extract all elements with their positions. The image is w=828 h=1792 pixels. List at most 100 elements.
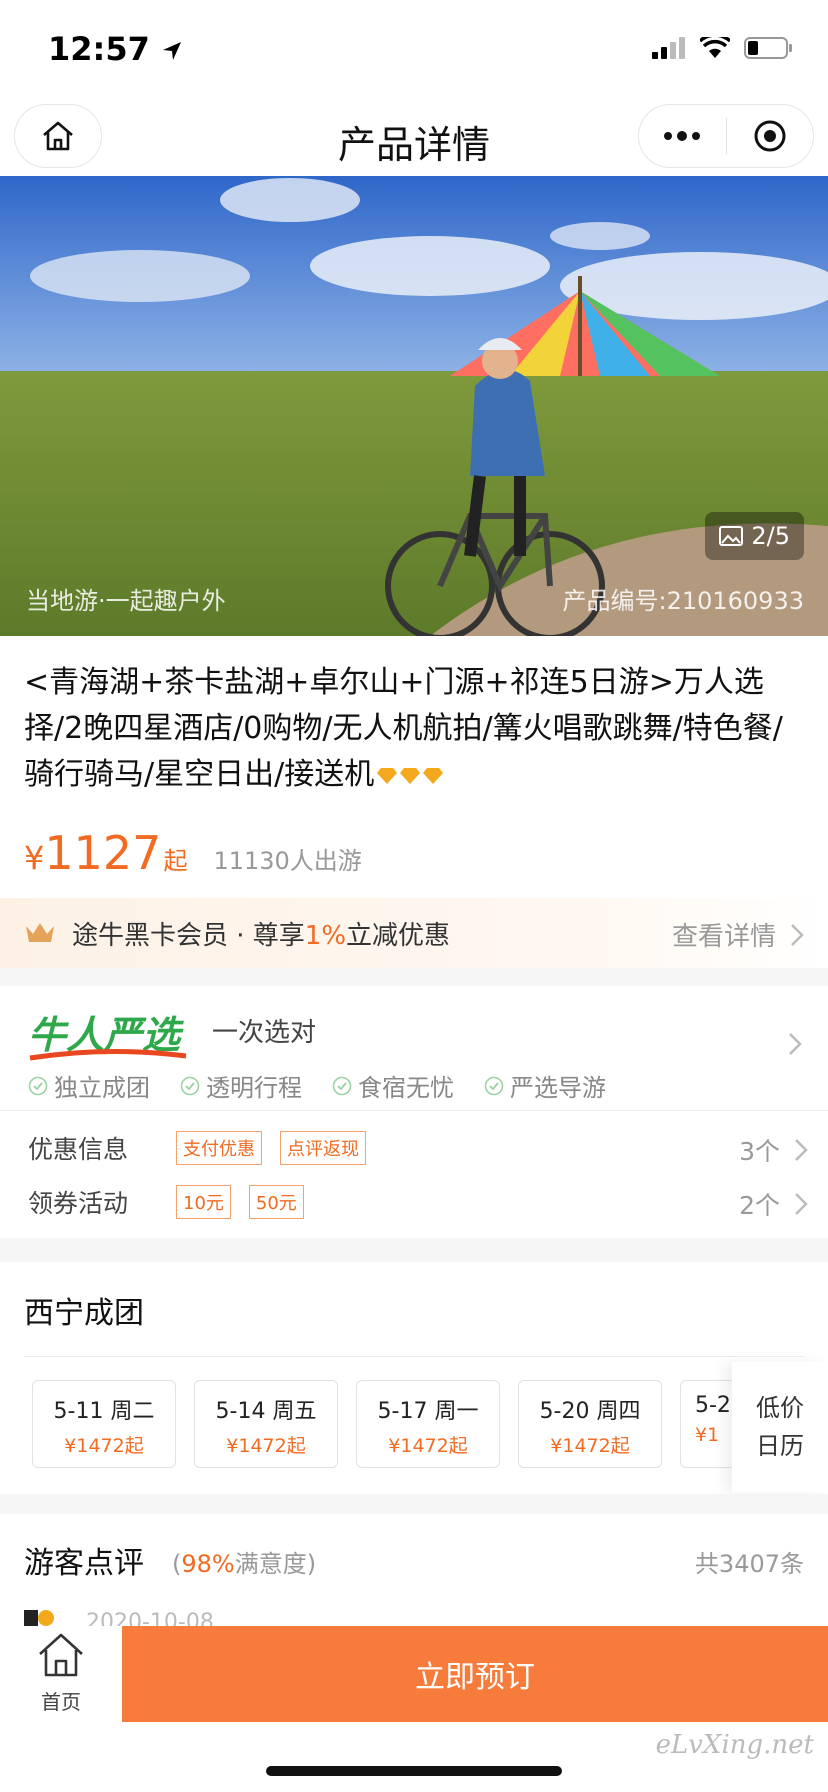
departure-price: ¥1472起 <box>226 1435 306 1457</box>
status-time-text: 12:57 <box>48 30 150 68</box>
member-discount: 1% <box>304 920 347 951</box>
product-code: 产品编号:210160933 <box>562 587 804 615</box>
departure-price: ¥1472起 <box>64 1435 144 1457</box>
feature-item: 透明行程 <box>180 1068 302 1103</box>
bottom-action-bar: 首页 立即预订 eLvXing.net <box>0 1626 828 1792</box>
niu-ren-section[interactable]: 牛人严选 一次选对 独立成团 透明行程 食宿无忧 严选导游 <box>0 986 828 1110</box>
niu-ren-features: 独立成团 透明行程 食宿无忧 严选导游 <box>28 1068 606 1103</box>
price-calendar-button[interactable]: 低价 日历 <box>732 1362 828 1492</box>
image-counter: 2/5 <box>705 512 804 560</box>
chevron-right-icon <box>795 1139 808 1161</box>
reviewer-avatar-icon <box>24 1610 54 1626</box>
tab-home-label: 首页 <box>41 1690 81 1714</box>
price-value: 1127 <box>44 826 162 880</box>
feature-item: 独立成团 <box>28 1068 150 1103</box>
product-title: <青海湖+茶卡盐湖+卓尔山+门源+祁连5日游>万人选择/2晚四星酒店/0购物/无… <box>24 660 804 798</box>
check-circle-icon <box>484 1076 504 1095</box>
status-icons <box>652 36 794 60</box>
departure-date: 5-17 周一 <box>377 1399 479 1424</box>
diamond-icon <box>400 767 421 784</box>
coupon-count-text: 2个 <box>739 1191 780 1220</box>
feature-item: 严选导游 <box>484 1068 606 1103</box>
price-calendar-line1: 低价 <box>756 1394 804 1422</box>
member-details-label: 查看详情 <box>671 922 776 952</box>
check-circle-icon <box>332 1076 352 1095</box>
diamond-icon <box>423 767 444 784</box>
supplier-label: 当地游·一起趣户外 <box>26 587 226 615</box>
feature-label: 食宿无忧 <box>358 1074 454 1102</box>
satisfaction-text: 满意度) <box>234 1550 317 1578</box>
divider <box>24 1356 804 1357</box>
logo-swoosh <box>29 1048 187 1061</box>
departure-date-card[interactable]: 5-14 周五 ¥1472起 <box>194 1380 338 1468</box>
section-gap <box>0 1238 828 1262</box>
section-gap <box>0 968 828 986</box>
departure-date-card[interactable]: 5-11 周二 ¥1472起 <box>32 1380 176 1468</box>
diamond-icon <box>377 767 398 784</box>
hero-photo <box>0 176 828 636</box>
departure-date-card[interactable]: 5-17 周一 ¥1472起 <box>356 1380 500 1468</box>
member-offer-text: 途牛黑卡会员 · 尊享1%立减优惠 <box>72 915 450 952</box>
crown-icon <box>26 923 54 942</box>
departure-date: 5-14 周五 <box>215 1399 317 1424</box>
cellular-signal-icon <box>652 37 685 59</box>
member-text-before: 途牛黑卡会员 · 尊享 <box>72 920 305 951</box>
promo-label: 优惠信息 <box>28 1135 129 1164</box>
chevron-right-icon <box>795 1193 808 1215</box>
promo-info-row[interactable]: 优惠信息 支付优惠 点评返现 3个 <box>28 1126 808 1170</box>
feature-label: 透明行程 <box>206 1074 302 1102</box>
price-symbol: ¥ <box>24 839 45 877</box>
departure-price: ¥1472起 <box>388 1435 468 1457</box>
departure-date: 5-11 周二 <box>53 1399 155 1424</box>
more-button[interactable] <box>639 105 726 167</box>
more-dots-icon <box>664 131 701 141</box>
home-icon <box>39 1633 83 1677</box>
check-circle-icon <box>180 1076 200 1095</box>
feature-label: 严选导游 <box>510 1074 606 1102</box>
promo-count-text: 3个 <box>739 1137 780 1166</box>
miniprogram-capsule <box>638 104 814 168</box>
product-image-carousel[interactable]: 2/5 当地游·一起趣户外 产品编号:210160933 <box>0 176 828 636</box>
coupon-count: 2个 <box>739 1186 808 1222</box>
chevron-right-icon <box>789 1033 802 1055</box>
promo-tag: 点评返现 <box>280 1131 366 1165</box>
promo-count: 3个 <box>739 1132 808 1168</box>
traveler-count: 11130人出游 <box>213 847 362 875</box>
tab-home[interactable]: 首页 <box>22 1630 100 1715</box>
promo-tag: 支付优惠 <box>176 1131 262 1165</box>
watermark: eLvXing.net <box>655 1730 814 1760</box>
reviews-title: 游客点评 <box>24 1546 144 1581</box>
price-suffix: 起 <box>163 847 188 875</box>
satisfaction-percent: 98% <box>181 1550 235 1578</box>
departure-date-card[interactable]: 5-20 周四 ¥1472起 <box>518 1380 662 1468</box>
price-calendar-line2: 日历 <box>756 1432 804 1460</box>
home-indicator <box>266 1766 562 1776</box>
departure-city-title: 西宁成团 <box>24 1296 144 1331</box>
departure-date: 5-20 周四 <box>539 1399 641 1424</box>
wifi-icon <box>700 37 730 58</box>
departure-date-list: 5-11 周二 ¥1472起 5-14 周五 ¥1472起 5-17 周一 ¥1… <box>32 1380 760 1468</box>
member-text-after: 立减优惠 <box>346 920 451 951</box>
member-offer-bar[interactable]: 途牛黑卡会员 · 尊享1%立减优惠 查看详情 <box>0 898 828 968</box>
close-miniprogram-button[interactable] <box>727 105 814 167</box>
coupon-row[interactable]: 领券活动 10元 50元 2个 <box>28 1180 808 1224</box>
image-counter-text: 2/5 <box>751 522 790 550</box>
member-details-link[interactable]: 查看详情 <box>672 916 804 953</box>
satisfaction-rate: (98%满意度) <box>172 1544 316 1579</box>
location-arrow-icon <box>163 42 181 60</box>
price-row: ¥ 1127 起 11130人出游 <box>24 826 362 880</box>
review-count[interactable]: 共3407条 <box>695 1544 804 1579</box>
departure-price: ¥1472起 <box>550 1435 630 1457</box>
status-bar: 12:57 <box>0 0 828 100</box>
book-now-button[interactable]: 立即预订 <box>122 1626 828 1722</box>
image-icon <box>719 526 744 546</box>
coupon-tag: 10元 <box>176 1185 231 1219</box>
satisfaction-open: ( <box>172 1550 182 1578</box>
target-icon <box>754 120 786 152</box>
check-circle-icon <box>28 1076 48 1095</box>
feature-label: 独立成团 <box>54 1074 150 1102</box>
section-gap <box>0 1494 828 1514</box>
chevron-right-icon <box>791 923 804 946</box>
status-time: 12:57 <box>48 30 183 68</box>
battery-icon <box>744 37 792 59</box>
